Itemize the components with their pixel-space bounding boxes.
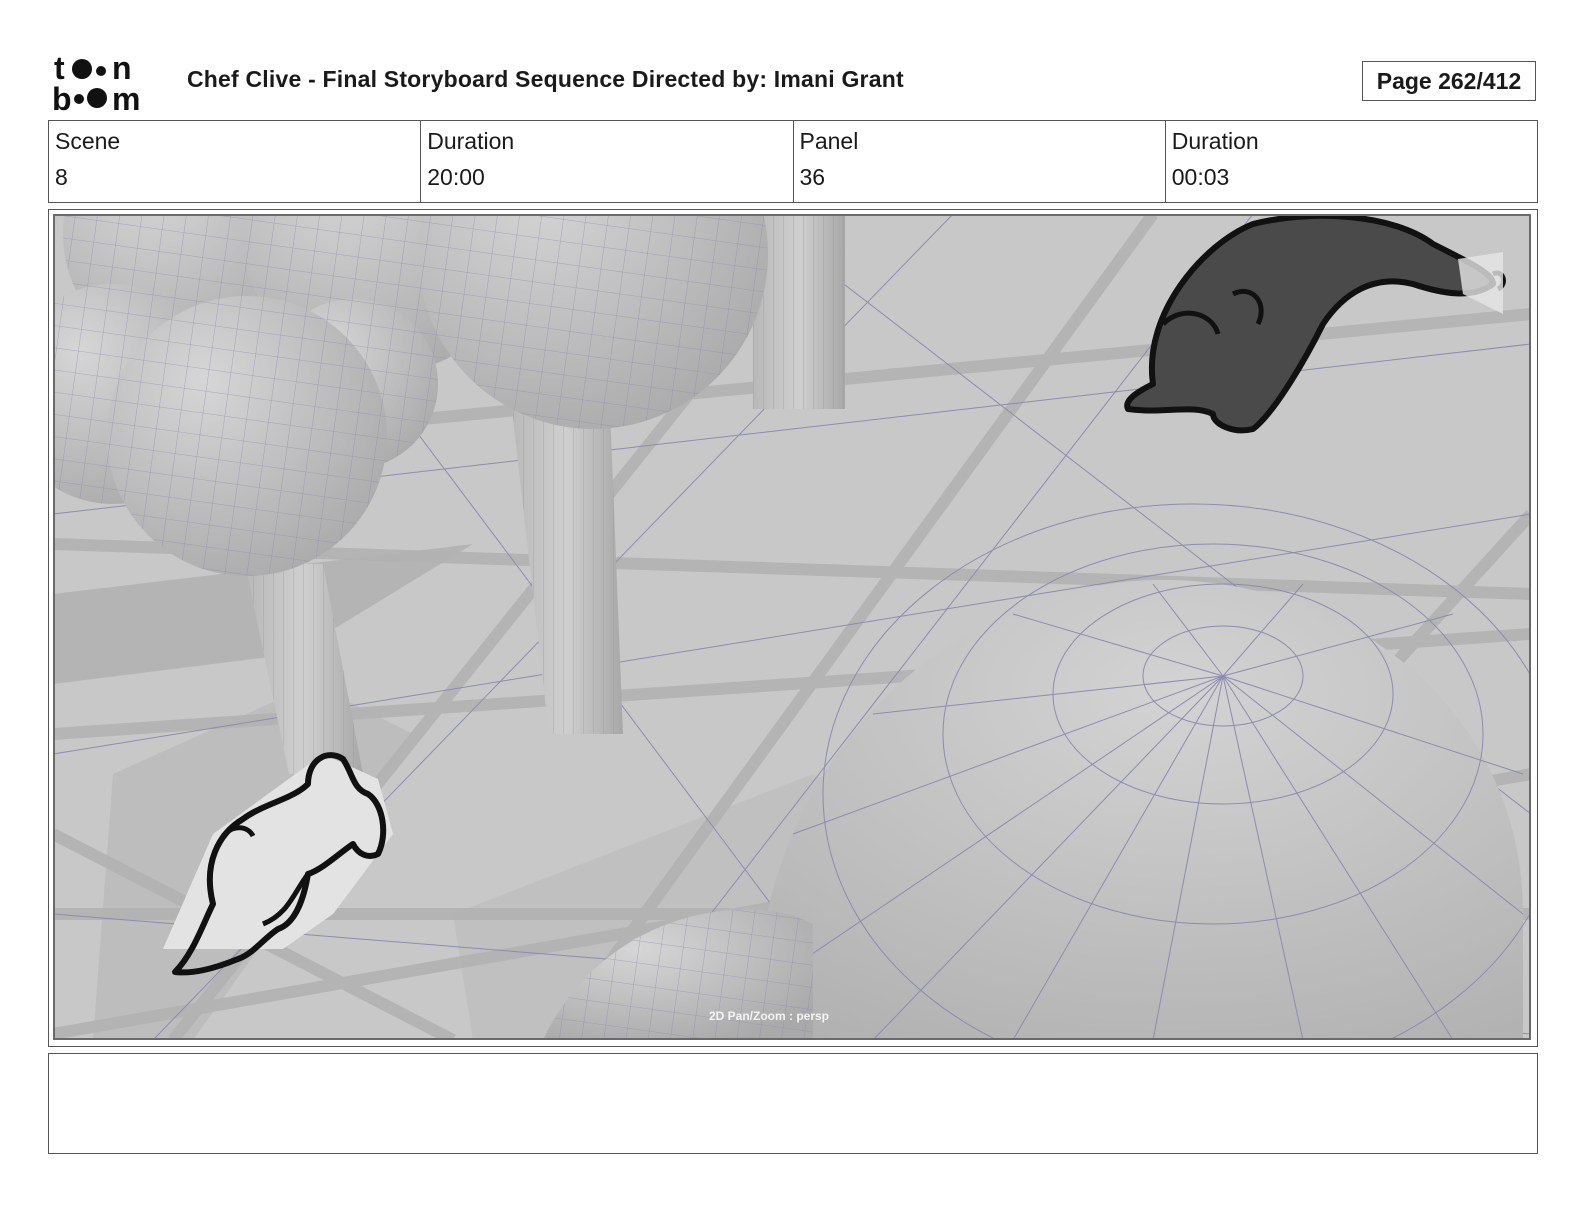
panel-notes-box xyxy=(48,1053,1538,1154)
toon-boom-logo: t n b m xyxy=(52,52,140,112)
svg-text:m: m xyxy=(112,81,140,112)
scene-duration-cell: Duration 20:00 xyxy=(420,121,792,202)
scene-cell: Scene 8 xyxy=(49,121,420,202)
viewport-label: 2D Pan/Zoom : persp xyxy=(709,1009,829,1023)
scene-label: Scene xyxy=(55,128,121,154)
storyboard-panel-frame: 2D Pan/Zoom : persp xyxy=(48,209,1538,1047)
page-number: Page 262/412 xyxy=(1362,61,1536,101)
panel-duration-label: Duration xyxy=(1171,128,1259,154)
panel-duration-value: 00:03 xyxy=(1171,164,1230,190)
scene-value: 8 xyxy=(55,164,68,190)
document-title: Chef Clive - Final Storyboard Sequence D… xyxy=(187,66,904,92)
scene-duration-value: 20:00 xyxy=(427,164,485,190)
scene-duration-label: Duration xyxy=(427,128,515,154)
panel-cell: Panel 36 xyxy=(792,121,1165,202)
scene-info-table: Scene 8 Duration 20:00 Panel 36 Duration… xyxy=(48,120,1538,203)
panel-duration-cell: Duration 00:03 xyxy=(1164,121,1537,202)
panel-value: 36 xyxy=(799,164,826,190)
storyboard-panel-image: 2D Pan/Zoom : persp xyxy=(53,214,1531,1040)
panel-label: Panel xyxy=(799,128,859,154)
svg-text:b: b xyxy=(52,81,72,112)
